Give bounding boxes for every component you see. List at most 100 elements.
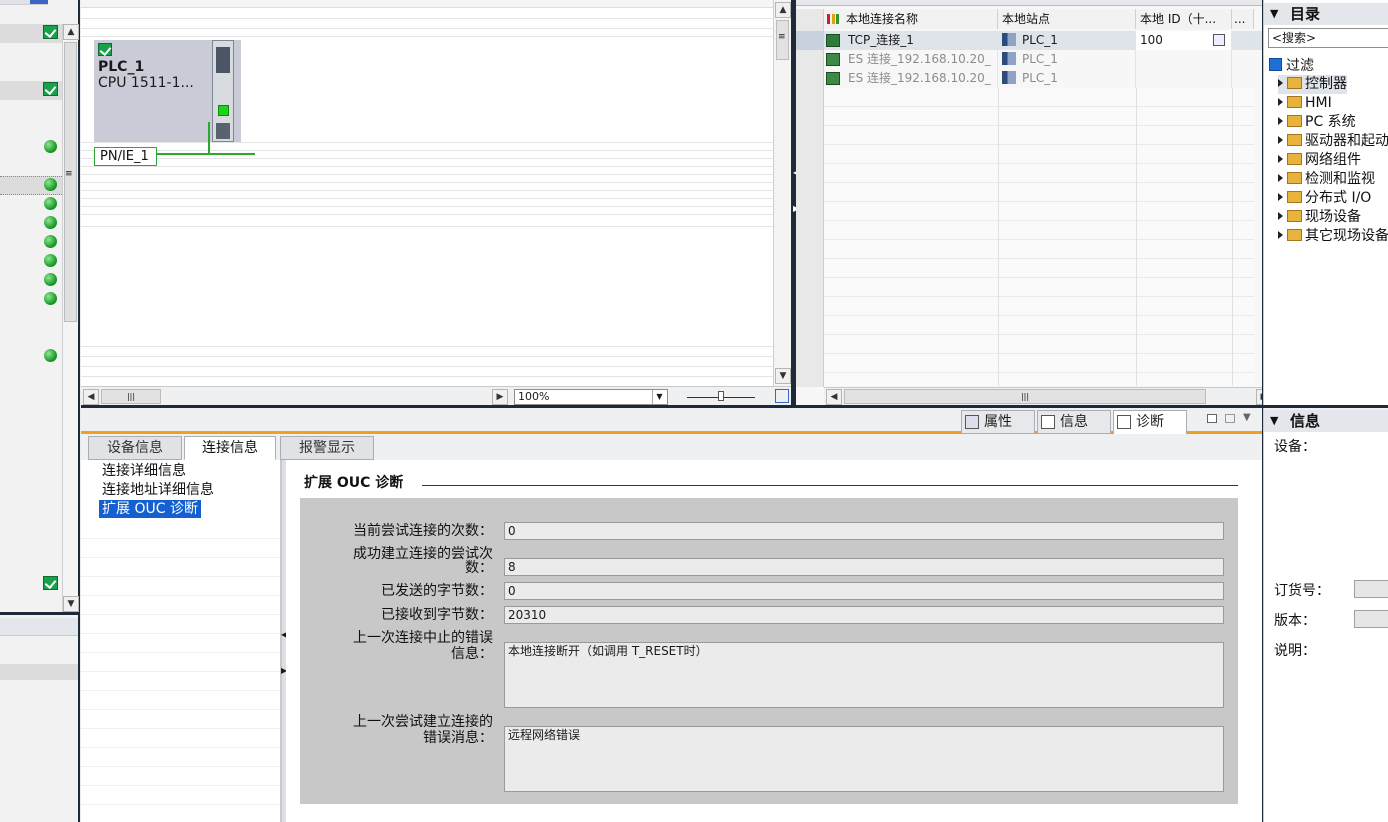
catalog-item-network[interactable]: 网络组件 xyxy=(1278,151,1361,170)
catalog-item-distributed-io[interactable]: 分布式 I/O xyxy=(1278,189,1371,208)
catalog-item-label: 驱动器和起动 xyxy=(1305,133,1388,149)
inspector-tabbar: 属性 信息 诊断 ▼ xyxy=(81,408,1262,434)
catalog-item-monitoring[interactable]: 检测和监视 xyxy=(1278,170,1375,189)
cell-station[interactable]: PLC_1 xyxy=(998,50,1136,69)
field-last-attempt-error: 远程网络错误 xyxy=(504,726,1224,792)
connections-table: 本地连接名称 本地站点 本地 ID（十... ... TCP_连接_1 PLC_… xyxy=(796,0,1272,406)
expand-icon[interactable] xyxy=(1278,212,1283,220)
port-led-icon xyxy=(218,105,229,116)
catalog-item-hmi[interactable]: HMI xyxy=(1278,94,1332,113)
field-label-last-abort-error-2: 信息： xyxy=(451,646,493,662)
cell-id[interactable] xyxy=(1136,69,1232,88)
cell-station[interactable]: PLC_1 xyxy=(998,69,1136,88)
catalog-item-field-devices[interactable]: 现场设备 xyxy=(1278,208,1361,227)
network-label[interactable]: PN/IE_1 xyxy=(94,147,157,166)
device-ok-icon xyxy=(98,43,112,56)
scroll-thumb[interactable]: ||| xyxy=(101,389,161,404)
col-header-label: ... xyxy=(1234,12,1246,26)
chevron-down-icon[interactable]: ▼ xyxy=(652,390,666,404)
tab-alarm-display[interactable]: 报警显示 xyxy=(280,436,374,460)
catalog-header[interactable]: ▼ 目录 xyxy=(1264,3,1388,25)
scroll-left-icon[interactable]: ◀ xyxy=(83,389,99,405)
expand-icon[interactable] xyxy=(1278,117,1283,125)
connection-nav-tree: 连接详细信息 连接地址详细信息 扩展 OUC 诊断 xyxy=(81,460,281,822)
version-label: 版本： xyxy=(1274,613,1316,629)
cell-station-label: PLC_1 xyxy=(1022,52,1058,66)
expand-icon[interactable] xyxy=(1278,79,1283,87)
catalog-search-input[interactable]: <搜索> xyxy=(1268,28,1388,48)
canvas-vertical-scrollbar[interactable]: ▲ ≡ ▼ xyxy=(773,0,791,386)
tab-diagnostics[interactable]: 诊断 xyxy=(1113,410,1187,434)
checkbox-checked-icon[interactable] xyxy=(1269,58,1282,71)
scroll-up-icon[interactable]: ▲ xyxy=(775,2,791,18)
tab-device-info[interactable]: 设备信息 xyxy=(88,436,182,460)
catalog-item-other-field-devices[interactable]: 其它现场设备 xyxy=(1278,227,1388,246)
nav-address-details[interactable]: 连接地址详细信息 xyxy=(99,481,217,499)
minimize-window-icon[interactable] xyxy=(1225,414,1235,423)
scroll-left-icon[interactable]: ◀ xyxy=(826,389,842,405)
collapse-chevron-icon[interactable]: ▼ xyxy=(1270,410,1278,432)
nav-extended-ouc-diagnostics[interactable]: 扩展 OUC 诊断 xyxy=(99,500,201,518)
zoom-select[interactable]: 100% ▼ xyxy=(514,389,668,405)
scroll-thumb[interactable] xyxy=(64,42,77,322)
expand-icon[interactable] xyxy=(1278,174,1283,182)
online-status-icon xyxy=(44,292,57,305)
cell-id[interactable] xyxy=(1136,50,1232,69)
filter-checkbox[interactable]: 过滤 xyxy=(1269,55,1314,75)
plc-device-card[interactable]: PLC_1 CPU 1511-1... xyxy=(94,40,241,142)
overview-icon[interactable] xyxy=(775,389,789,403)
catalog-item-controllers[interactable]: 控制器 xyxy=(1278,75,1347,94)
zoom-slider-handle[interactable] xyxy=(718,391,724,401)
scroll-down-icon[interactable]: ▼ xyxy=(775,368,791,384)
col-header-name[interactable]: 本地连接名称 xyxy=(824,9,998,29)
cell-name[interactable]: TCP_连接_1 xyxy=(844,31,998,50)
scroll-up-icon[interactable]: ▲ xyxy=(63,24,79,40)
col-header-more[interactable]: ... xyxy=(1232,9,1254,29)
cell-name[interactable]: ES 连接_192.168.10.20_ xyxy=(844,69,998,88)
catalog-item-pc-systems[interactable]: PC 系统 xyxy=(1278,113,1356,132)
tab-connection-info[interactable]: 连接信息 xyxy=(184,436,276,460)
folder-icon xyxy=(1287,172,1302,184)
online-status-icon xyxy=(44,140,57,153)
info-header[interactable]: ▼ 信息 xyxy=(1264,410,1388,432)
panel-menu-icon[interactable]: ▼ xyxy=(1243,412,1251,423)
order-number-label: 订货号： xyxy=(1274,583,1330,599)
expand-icon[interactable] xyxy=(1278,231,1283,239)
nav-connection-details[interactable]: 连接详细信息 xyxy=(99,462,189,480)
col-header-label: 本地连接名称 xyxy=(846,12,919,26)
properties-icon xyxy=(965,415,979,429)
expand-icon[interactable] xyxy=(1278,136,1283,144)
scroll-right-icon[interactable]: ▶ xyxy=(492,389,508,405)
col-header-id[interactable]: 本地 ID（十... xyxy=(1136,9,1232,29)
col-header-station[interactable]: 本地站点 xyxy=(998,9,1136,29)
cell-id[interactable]: 100 xyxy=(1136,31,1232,50)
cell-name[interactable]: ES 连接_192.168.10.20_ xyxy=(844,50,998,69)
collapse-chevron-icon[interactable]: ▼ xyxy=(1270,3,1278,25)
network-view-canvas[interactable]: PLC_1 CPU 1511-1... PN/IE_1 ▲ ≡ ▼ xyxy=(81,0,791,406)
expand-icon[interactable] xyxy=(1278,98,1283,106)
online-status-icon xyxy=(44,235,57,248)
version-field xyxy=(1354,610,1388,628)
online-status-icon xyxy=(44,178,57,191)
expand-icon[interactable] xyxy=(1278,193,1283,201)
project-tree-scrollbar[interactable]: ▲ ≡ ▼ xyxy=(62,24,79,612)
restore-window-icon[interactable] xyxy=(1207,414,1217,423)
device-label: 设备： xyxy=(1274,439,1316,455)
tab-info[interactable]: 信息 xyxy=(1037,410,1111,434)
profinet-line[interactable] xyxy=(157,153,255,155)
cell-id-value: 100 xyxy=(1140,33,1163,47)
folder-icon xyxy=(1287,115,1302,127)
folder-icon xyxy=(1287,77,1302,89)
table-row[interactable]: ES 连接_192.168.10.20_ PLC_1 xyxy=(796,69,1262,88)
cell-station[interactable]: PLC_1 xyxy=(998,31,1136,50)
tab-properties[interactable]: 属性 xyxy=(961,410,1035,434)
catalog-item-drives[interactable]: 驱动器和起动 xyxy=(1278,132,1388,151)
table-horizontal-scrollbar[interactable]: ◀ ||| ▶ xyxy=(824,387,1272,406)
scroll-down-icon[interactable]: ▼ xyxy=(63,596,79,612)
expand-icon[interactable] xyxy=(1278,155,1283,163)
browse-icon[interactable] xyxy=(1213,34,1225,46)
scroll-thumb[interactable]: ||| xyxy=(844,389,1206,404)
table-row[interactable]: ES 连接_192.168.10.20_ PLC_1 xyxy=(796,50,1262,69)
table-row[interactable]: TCP_连接_1 PLC_1 100 xyxy=(796,31,1262,50)
field-label-bytes-received: 已接收到字节数： xyxy=(381,607,493,623)
